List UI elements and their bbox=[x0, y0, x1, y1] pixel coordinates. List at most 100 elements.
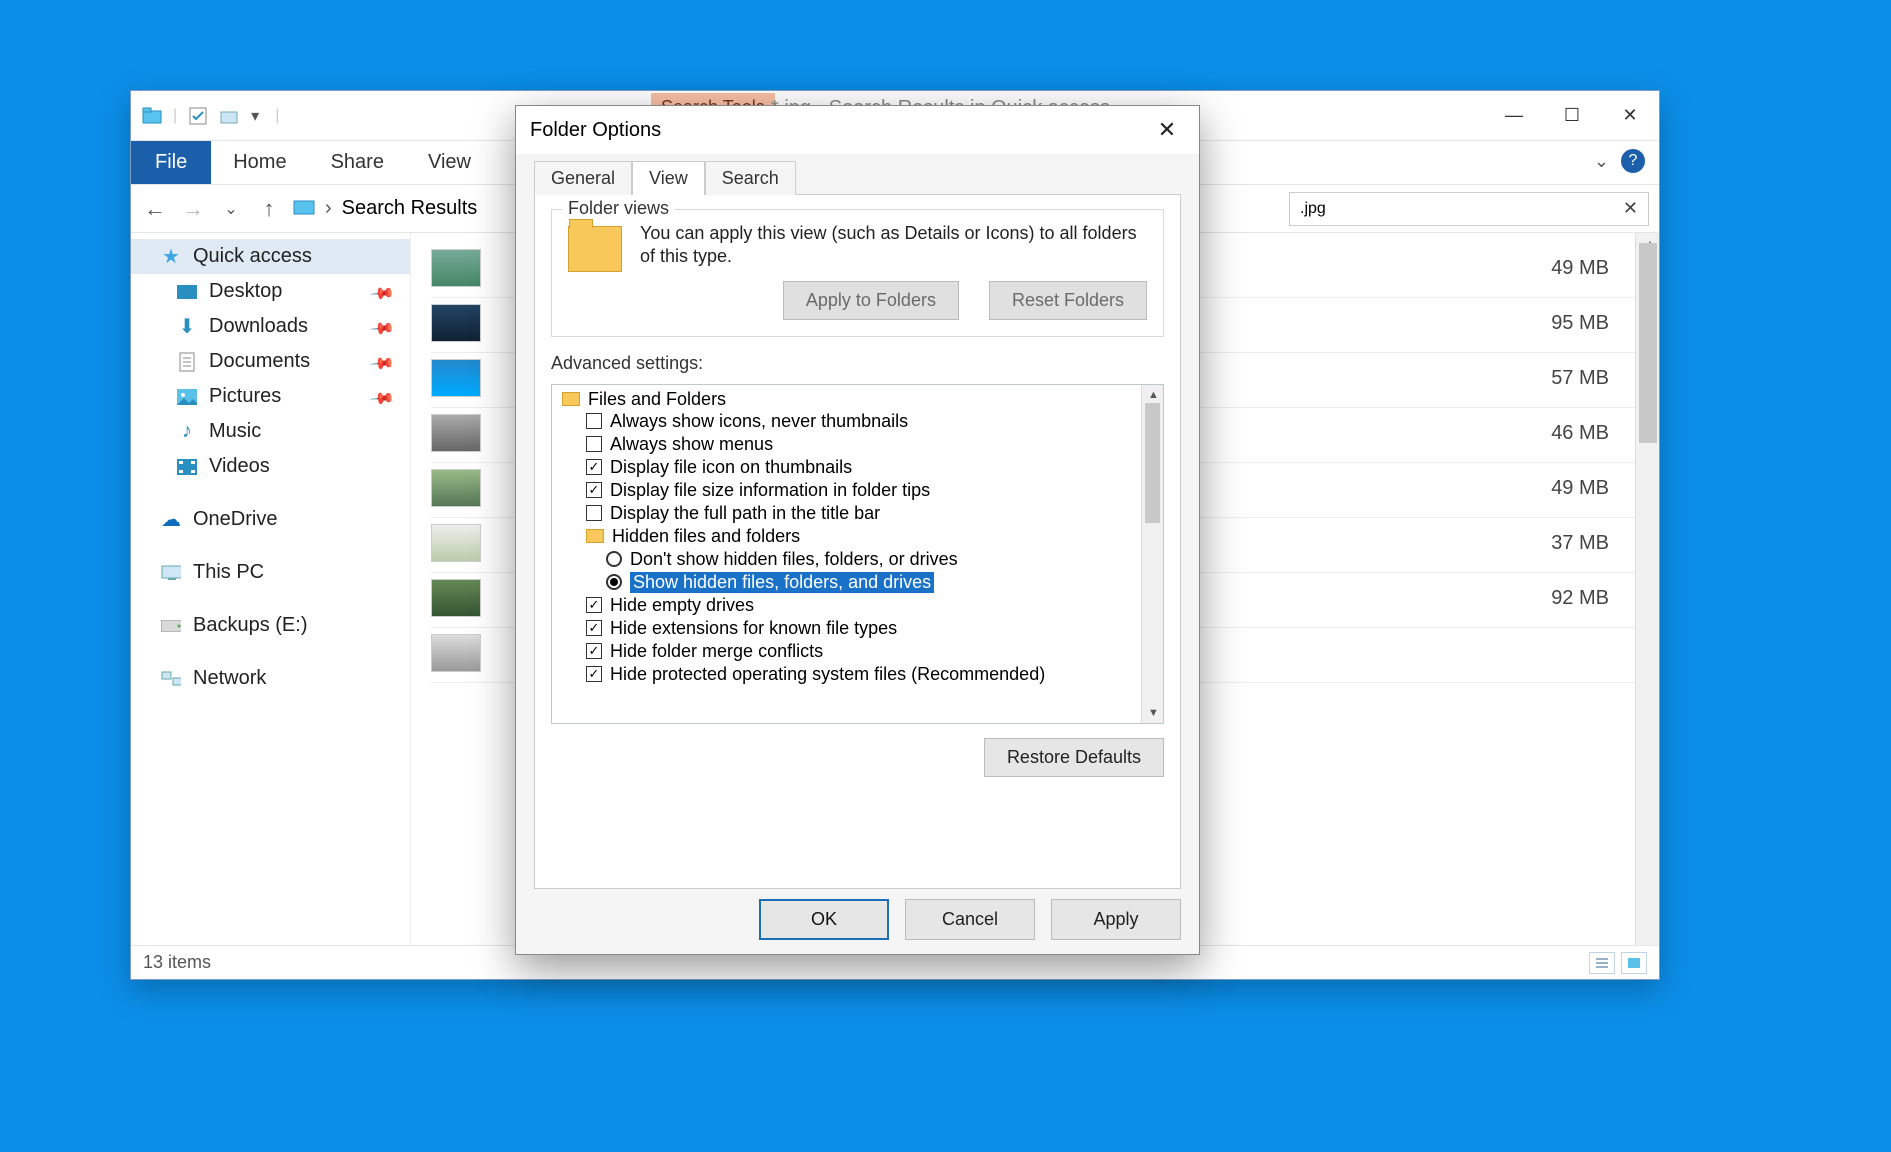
tree-group-hidden-files[interactable]: Hidden files and folders bbox=[558, 525, 1135, 548]
sidebar-item-downloads[interactable]: ⬇ Downloads 📌 bbox=[131, 309, 410, 344]
checkbox-icon[interactable] bbox=[586, 505, 602, 521]
breadcrumb-chevron-icon[interactable]: › bbox=[325, 197, 332, 220]
pin-icon: 📌 bbox=[368, 315, 396, 343]
checkbox-icon[interactable] bbox=[586, 413, 602, 429]
sidebar-item-onedrive[interactable]: ☁ OneDrive bbox=[131, 502, 410, 537]
maximize-button[interactable]: ☐ bbox=[1543, 91, 1601, 141]
tab-general[interactable]: General bbox=[534, 161, 632, 195]
nav-back-icon[interactable]: ← bbox=[141, 196, 169, 222]
apply-to-folders-button[interactable]: Apply to Folders bbox=[783, 281, 959, 320]
sidebar-item-label: This PC bbox=[193, 561, 264, 584]
drive-icon bbox=[161, 616, 181, 636]
dialog-close-button[interactable]: ✕ bbox=[1149, 112, 1185, 148]
minimize-button[interactable]: ― bbox=[1485, 91, 1543, 141]
restore-defaults-button[interactable]: Restore Defaults bbox=[984, 738, 1164, 777]
sidebar-item-backups[interactable]: Backups (E:) bbox=[131, 608, 410, 643]
qat-checkbox-icon[interactable] bbox=[187, 105, 209, 127]
radio-dont-show-hidden[interactable]: Don't show hidden files, folders, or dri… bbox=[558, 548, 1135, 571]
view-details-toggle[interactable] bbox=[1589, 952, 1615, 974]
file-size: 95 MB bbox=[1551, 312, 1609, 335]
file-size: 57 MB bbox=[1551, 367, 1609, 390]
sidebar-item-this-pc[interactable]: This PC bbox=[131, 555, 410, 590]
sidebar-item-desktop[interactable]: Desktop 📌 bbox=[131, 274, 410, 309]
option-label: Hide extensions for known file types bbox=[610, 618, 897, 639]
sidebar-item-label: Videos bbox=[209, 455, 270, 478]
folder-views-icon bbox=[568, 226, 622, 272]
thumbnail-icon bbox=[431, 249, 481, 287]
tab-view[interactable]: View bbox=[632, 161, 705, 195]
sidebar-item-network[interactable]: Network bbox=[131, 661, 410, 696]
help-icon[interactable]: ? bbox=[1621, 149, 1645, 173]
checkbox-icon[interactable]: ✓ bbox=[586, 643, 602, 659]
advanced-list-scrollbar[interactable]: ▲ ▼ bbox=[1141, 385, 1163, 723]
search-box[interactable]: .jpg ✕ bbox=[1289, 192, 1649, 226]
ribbon-tab-share[interactable]: Share bbox=[309, 141, 406, 184]
option-display-file-icon-on-thumbnails[interactable]: ✓ Display file icon on thumbnails bbox=[558, 456, 1135, 479]
reset-folders-button[interactable]: Reset Folders bbox=[989, 281, 1147, 320]
file-size: 37 MB bbox=[1551, 532, 1609, 555]
thumbnail-icon bbox=[431, 469, 481, 507]
cancel-button[interactable]: Cancel bbox=[905, 899, 1035, 940]
checkbox-icon[interactable]: ✓ bbox=[586, 482, 602, 498]
dialog-title: Folder Options bbox=[530, 119, 661, 142]
nav-up-icon[interactable]: ↑ bbox=[255, 196, 283, 222]
vertical-scrollbar[interactable]: ▲ bbox=[1635, 233, 1659, 945]
option-display-full-path-titlebar[interactable]: Display the full path in the title bar bbox=[558, 502, 1135, 525]
qat-customize-chevron-icon[interactable]: ▾ bbox=[251, 106, 259, 126]
option-display-file-size-in-tips[interactable]: ✓Display file size information in folder… bbox=[558, 479, 1135, 502]
scrollbar-thumb[interactable] bbox=[1639, 243, 1657, 443]
view-large-icons-toggle[interactable] bbox=[1621, 952, 1647, 974]
option-always-show-icons[interactable]: Always show icons, never thumbnails bbox=[558, 410, 1135, 433]
sidebar-item-label: Downloads bbox=[209, 315, 308, 338]
address-bar[interactable]: › Search Results bbox=[293, 196, 493, 222]
sidebar-item-videos[interactable]: Videos bbox=[131, 449, 410, 484]
ribbon-expand-chevron-icon[interactable]: ⌄ bbox=[1594, 151, 1609, 172]
option-label: Show hidden files, folders, and drives bbox=[630, 572, 934, 593]
scrollbar-thumb[interactable] bbox=[1145, 403, 1160, 523]
option-label: Hide empty drives bbox=[610, 595, 754, 616]
checkbox-icon[interactable]: ✓ bbox=[586, 666, 602, 682]
sidebar-item-pictures[interactable]: Pictures 📌 bbox=[131, 379, 410, 414]
sidebar-item-label: Documents bbox=[209, 350, 310, 373]
checkbox-icon[interactable]: ✓ bbox=[586, 597, 602, 613]
nav-forward-icon[interactable]: → bbox=[179, 196, 207, 222]
onedrive-icon: ☁ bbox=[161, 510, 181, 530]
advanced-settings-label: Advanced settings: bbox=[551, 353, 1164, 374]
option-always-show-menus[interactable]: Always show menus bbox=[558, 433, 1135, 456]
downloads-icon: ⬇ bbox=[177, 317, 197, 337]
tree-group-files-and-folders[interactable]: Files and Folders bbox=[558, 389, 1135, 410]
option-label: Always show icons, never thumbnails bbox=[610, 411, 908, 432]
checkbox-icon[interactable]: ✓ bbox=[586, 459, 602, 475]
option-label: Display file icon on thumbnails bbox=[610, 457, 852, 478]
radio-show-hidden[interactable]: Show hidden files, folders, and drives bbox=[558, 571, 1135, 594]
sidebar-item-label: Quick access bbox=[193, 245, 312, 268]
sidebar-item-label: Pictures bbox=[209, 385, 281, 408]
sidebar-item-documents[interactable]: Documents 📌 bbox=[131, 344, 410, 379]
sidebar-item-music[interactable]: ♪ Music bbox=[131, 414, 410, 449]
option-hide-protected-os-files[interactable]: ✓Hide protected operating system files (… bbox=[558, 663, 1135, 686]
scroll-up-icon[interactable]: ▲ bbox=[1148, 389, 1159, 401]
option-label: Don't show hidden files, folders, or dri… bbox=[630, 549, 958, 570]
option-hide-empty-drives[interactable]: ✓ Hide empty drives bbox=[558, 594, 1135, 617]
desktop-icon bbox=[177, 285, 197, 299]
sidebar-item-quick-access[interactable]: ★ Quick access bbox=[131, 239, 410, 274]
ok-button[interactable]: OK bbox=[759, 899, 889, 940]
checkbox-icon[interactable]: ✓ bbox=[586, 620, 602, 636]
scroll-down-icon[interactable]: ▼ bbox=[1148, 707, 1159, 719]
ribbon-tab-view[interactable]: View bbox=[406, 141, 493, 184]
clear-search-icon[interactable]: ✕ bbox=[1623, 198, 1638, 219]
option-label: Display the full path in the title bar bbox=[610, 503, 880, 524]
option-hide-folder-merge-conflicts[interactable]: ✓Hide folder merge conflicts bbox=[558, 640, 1135, 663]
navigation-pane: ★ Quick access Desktop 📌 ⬇ Downloads 📌 D… bbox=[131, 233, 411, 945]
nav-history-chevron-icon[interactable]: ⌄ bbox=[217, 199, 245, 219]
checkbox-icon[interactable] bbox=[586, 436, 602, 452]
ribbon-tab-file[interactable]: File bbox=[131, 141, 211, 184]
tab-search[interactable]: Search bbox=[705, 161, 796, 195]
close-button[interactable]: ✕ bbox=[1601, 91, 1659, 141]
qat-newfolder-icon[interactable] bbox=[219, 105, 241, 127]
ribbon-tab-home[interactable]: Home bbox=[211, 141, 308, 184]
option-hide-extensions[interactable]: ✓ Hide extensions for known file types bbox=[558, 617, 1135, 640]
radio-icon[interactable] bbox=[606, 551, 622, 567]
radio-icon[interactable] bbox=[606, 574, 622, 590]
apply-button[interactable]: Apply bbox=[1051, 899, 1181, 940]
